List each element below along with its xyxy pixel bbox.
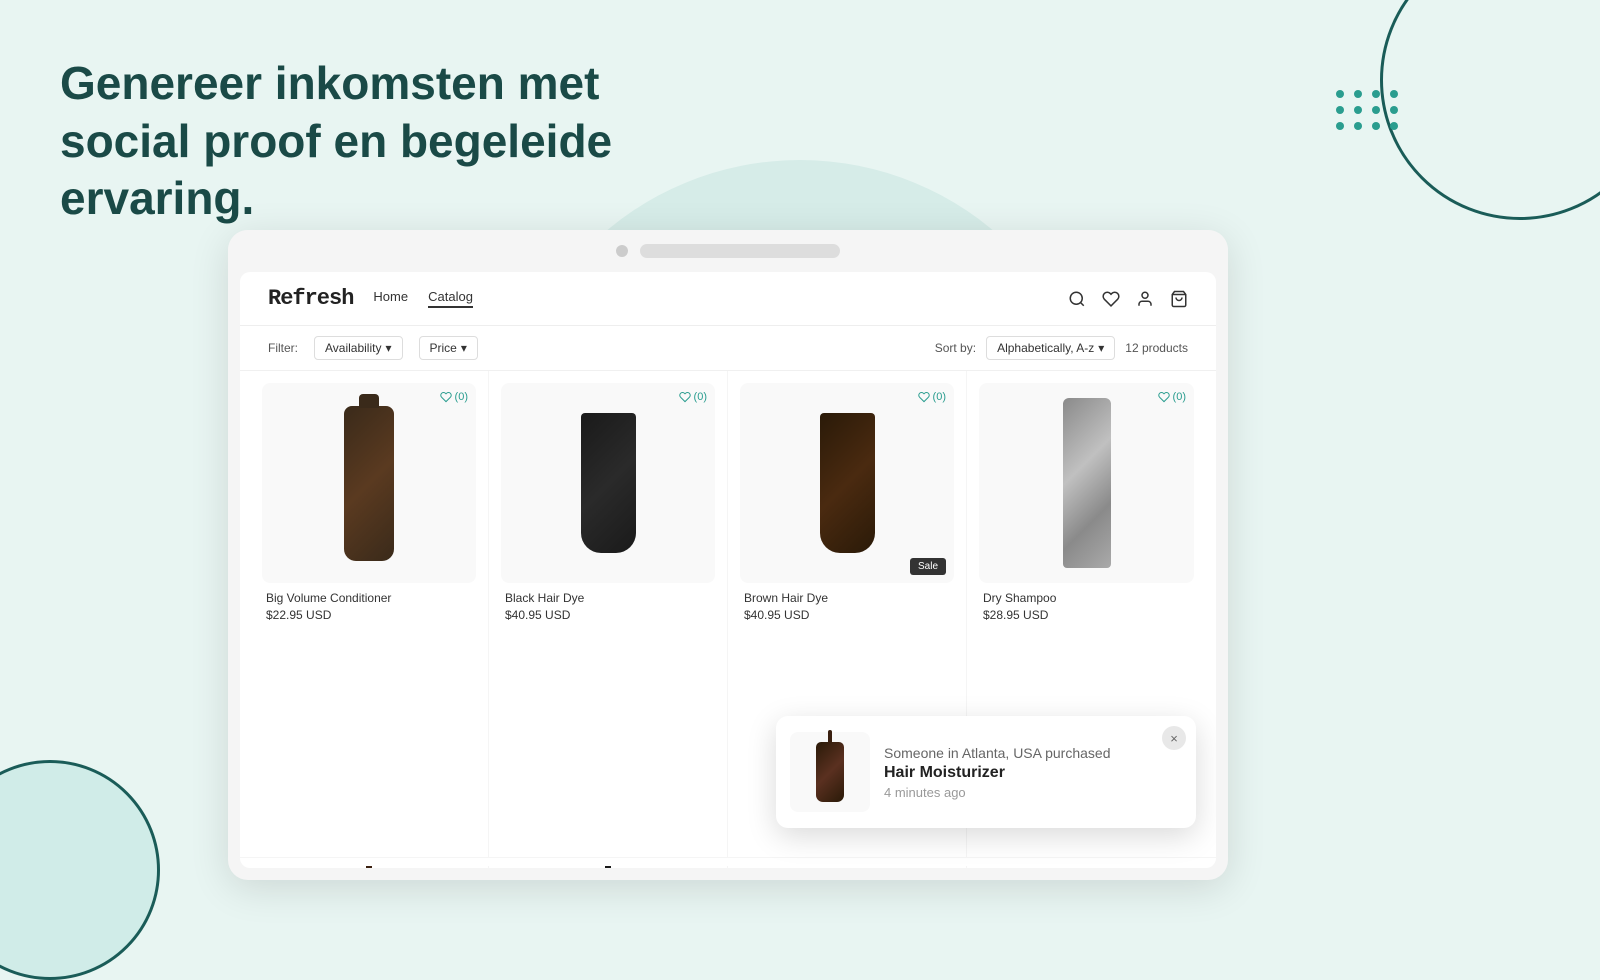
notification-time: 4 minutes ago — [884, 785, 1182, 800]
product-card-5[interactable]: (0) — [250, 866, 489, 868]
shop-header-left: Refresh Home Catalog — [268, 286, 473, 311]
dots-decoration — [1336, 90, 1400, 130]
notification-popup: Someone in Atlanta, USA purchased Hair M… — [776, 716, 1196, 828]
browser-circle-btn — [616, 245, 628, 257]
product-info-3: Brown Hair Dye $40.95 USD — [740, 583, 954, 626]
sort-label: Sort by: — [935, 341, 976, 355]
browser-address-bar — [640, 244, 840, 258]
nav-catalog[interactable]: Catalog — [428, 289, 473, 308]
products-count: 12 products — [1125, 341, 1188, 355]
cart-icon[interactable] — [1170, 290, 1188, 308]
notification-close-button[interactable]: × — [1162, 726, 1186, 750]
notification-text: Someone in Atlanta, USA purchased Hair M… — [884, 745, 1182, 800]
background-circle-bottom-left — [0, 760, 160, 980]
product-price-1: $22.95 USD — [266, 608, 472, 622]
product-image-wrap-4: (0) — [979, 383, 1194, 583]
product-name-4: Dry Shampoo — [983, 591, 1190, 605]
product-info-2: Black Hair Dye $40.95 USD — [501, 583, 715, 626]
notification-product-name: Hair Moisturizer — [884, 764, 1182, 782]
filter-bar: Filter: Availability ▾ Price ▾ Sort by: … — [240, 326, 1216, 371]
products-grid-row2: (0) (0) — [240, 857, 1216, 868]
filter-right: Sort by: Alphabetically, A-z ▾ 12 produc… — [935, 336, 1188, 360]
product-card-7[interactable] — [728, 866, 967, 868]
product-card-1[interactable]: (0) Big Volume Conditioner $22.95 USD — [250, 371, 489, 857]
shop-inner: Refresh Home Catalog — [240, 272, 1216, 868]
search-icon[interactable] — [1068, 290, 1086, 308]
product-image-wrap-2: (0) — [501, 383, 715, 583]
product-card-8[interactable] — [967, 866, 1206, 868]
product-wishlist-1[interactable]: (0) — [440, 391, 468, 403]
availability-filter[interactable]: Availability ▾ — [314, 336, 403, 360]
product-name-1: Big Volume Conditioner — [266, 591, 472, 605]
shop-header: Refresh Home Catalog — [240, 272, 1216, 326]
notification-intro: Someone in Atlanta, USA purchased — [884, 745, 1182, 761]
product-info-4: Dry Shampoo $28.95 USD — [979, 583, 1194, 626]
shop-header-icons — [1068, 290, 1188, 308]
product-price-2: $40.95 USD — [505, 608, 711, 622]
product-image-wrap-3: (0) Sale — [740, 383, 954, 583]
notification-product-image — [790, 732, 870, 812]
sort-select[interactable]: Alphabetically, A-z ▾ — [986, 336, 1115, 360]
browser-bar — [228, 230, 1228, 272]
product-image-wrap-1: (0) — [262, 383, 476, 583]
nav-home[interactable]: Home — [373, 289, 408, 308]
background-circle-top-right — [1380, 0, 1600, 220]
shop-logo: Refresh — [268, 286, 353, 311]
shop-nav: Home Catalog — [373, 289, 473, 308]
price-filter[interactable]: Price ▾ — [419, 336, 478, 360]
product-bottle-3 — [820, 413, 875, 553]
notification-bottle-icon — [816, 742, 844, 802]
product-name-3: Brown Hair Dye — [744, 591, 950, 605]
hero-section: Genereer inkomsten met social proof en b… — [60, 55, 740, 228]
product-card-6[interactable]: (0) — [489, 866, 728, 868]
filter-label: Filter: — [268, 341, 298, 355]
hero-title: Genereer inkomsten met social proof en b… — [60, 55, 740, 228]
product-price-4: $28.95 USD — [983, 608, 1190, 622]
product-wishlist-3[interactable]: (0) — [918, 391, 946, 403]
sale-badge-3: Sale — [910, 558, 946, 575]
product-bottle-4 — [1063, 398, 1111, 568]
product-wishlist-4[interactable]: (0) — [1158, 391, 1186, 403]
product-bottle-2 — [581, 413, 636, 553]
filter-left: Filter: Availability ▾ Price ▾ — [268, 336, 478, 360]
product-card-2[interactable]: (0) Black Hair Dye $40.95 USD — [489, 371, 728, 857]
product-name-2: Black Hair Dye — [505, 591, 711, 605]
product-wishlist-2[interactable]: (0) — [679, 391, 707, 403]
product-bottle-1 — [344, 406, 394, 561]
product-price-3: $40.95 USD — [744, 608, 950, 622]
browser-mockup: Refresh Home Catalog — [228, 230, 1228, 880]
account-icon[interactable] — [1136, 290, 1154, 308]
wishlist-icon[interactable] — [1102, 290, 1120, 308]
product-info-1: Big Volume Conditioner $22.95 USD — [262, 583, 476, 626]
